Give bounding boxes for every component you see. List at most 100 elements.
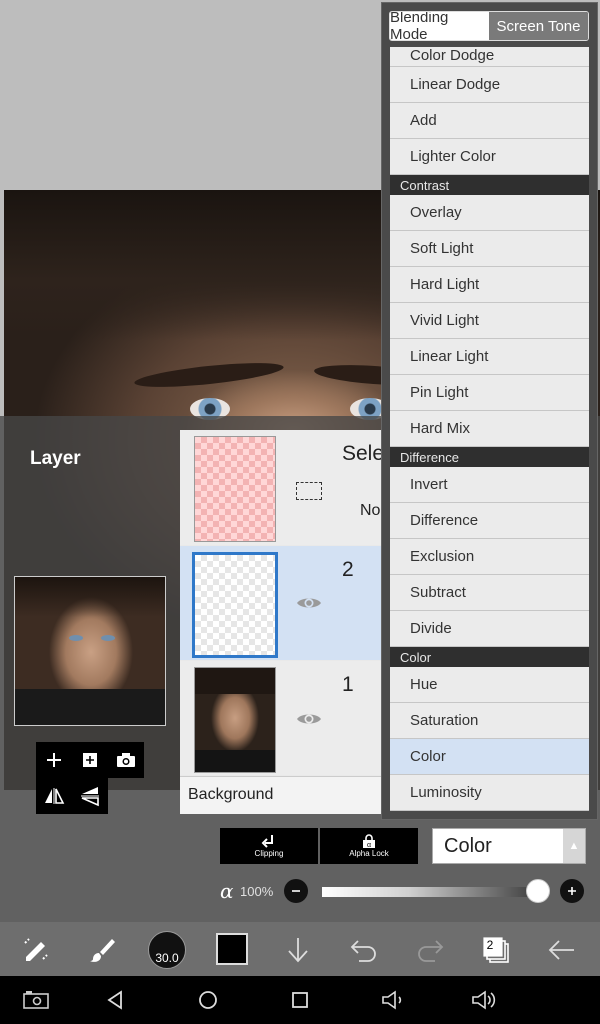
eye-icon[interactable]: [296, 595, 322, 611]
menu-item-divide[interactable]: Divide: [390, 611, 589, 647]
screenshot-button[interactable]: [18, 984, 54, 1016]
brush-size-button[interactable]: 30.0: [148, 931, 186, 969]
alpha-symbol: α: [220, 879, 234, 903]
brush-tool-button[interactable]: [82, 930, 122, 970]
layer-2-name: 2: [342, 558, 354, 581]
preview-eye-left: [69, 635, 83, 641]
blend-tabs: Blending Mode Screen Tone: [389, 11, 589, 41]
minus-icon: [292, 890, 300, 892]
background-layer-label: Background: [188, 786, 274, 803]
volume-down-icon: [382, 990, 402, 1010]
preview-coat: [15, 689, 165, 725]
menu-item-hard-mix[interactable]: Hard Mix: [390, 411, 589, 447]
menu-item-subtract[interactable]: Subtract: [390, 575, 589, 611]
opacity-decrease-button[interactable]: [284, 879, 308, 903]
menu-item-lighter-color[interactable]: Lighter Color: [390, 139, 589, 175]
flip-vertical-button[interactable]: [72, 778, 108, 814]
blend-mode-select[interactable]: Color ▲: [432, 828, 586, 864]
layer-tool-buttons: [36, 742, 144, 814]
menu-item-luminosity[interactable]: Luminosity: [390, 775, 589, 811]
menu-item-exclusion[interactable]: Exclusion: [390, 539, 589, 575]
menu-item-saturation[interactable]: Saturation: [390, 703, 589, 739]
opacity-slider[interactable]: [322, 887, 540, 897]
svg-text:α: α: [367, 842, 371, 849]
layer-preview: [14, 576, 166, 726]
menu-item-pin-light[interactable]: Pin Light: [390, 375, 589, 411]
layers-button[interactable]: 2: [476, 930, 516, 970]
preview-hair: [15, 577, 165, 617]
nav-recents-button[interactable]: [282, 984, 318, 1016]
screenshot-icon: [23, 991, 49, 1009]
selection-marquee-icon: [296, 482, 322, 500]
menu-item-soft-light[interactable]: Soft Light: [390, 231, 589, 267]
selection-layer-mode: No: [360, 502, 381, 519]
tab-screen-tone[interactable]: Screen Tone: [489, 12, 588, 40]
menu-item-invert[interactable]: Invert: [390, 467, 589, 503]
menu-item-overlay[interactable]: Overlay: [390, 195, 589, 231]
layer-count: 2: [486, 938, 494, 952]
color-swatch[interactable]: [216, 933, 248, 965]
flip-vertical-icon: [81, 787, 99, 807]
circle-home-icon: [199, 991, 217, 1009]
camera-layer-button[interactable]: [108, 742, 144, 778]
volume-up-button[interactable]: [466, 984, 502, 1016]
plus-icon: [47, 753, 61, 767]
clipping-button[interactable]: Clipping: [220, 828, 318, 864]
menu-item-vivid-light[interactable]: Vivid Light: [390, 303, 589, 339]
clipping-label: Clipping: [254, 849, 284, 858]
layer-2-thumbnail: [192, 552, 278, 658]
layer-row-background[interactable]: Background: [180, 776, 390, 814]
volume-down-button[interactable]: [374, 984, 410, 1016]
blending-mode-menu: Blending Mode Screen Tone Color Dodge Li…: [381, 2, 598, 820]
blend-mode-list: Color Dodge Linear Dodge Add Lighter Col…: [390, 47, 589, 819]
layer-panel-title: Layer: [30, 448, 81, 469]
clipping-icon: [261, 835, 273, 848]
thumb-hair: [195, 668, 275, 694]
menu-item-color-dodge[interactable]: Color Dodge: [390, 47, 589, 67]
menu-item-hard-light[interactable]: Hard Light: [390, 267, 589, 303]
layer-row-selection[interactable]: Selec No: [180, 430, 395, 545]
layer-1-name: 1: [342, 673, 354, 696]
undo-icon: [350, 940, 376, 962]
download-button[interactable]: [278, 930, 318, 970]
arrow-down-icon: [288, 938, 308, 963]
menu-item-color[interactable]: Color: [390, 739, 589, 775]
flip-horizontal-button[interactable]: [36, 778, 72, 814]
menu-section-difference: Difference: [390, 447, 589, 467]
thumb-coat: [195, 750, 275, 772]
camera-icon: [117, 753, 135, 767]
layer-row-1[interactable]: 1 N: [180, 661, 392, 775]
alpha-lock-button[interactable]: α Alpha Lock: [320, 828, 418, 864]
system-navigation-bar: [0, 976, 600, 1024]
layer-list: Selec No 2 1 N Background: [180, 430, 395, 814]
alpha-lock-label: Alpha Lock: [349, 849, 389, 858]
undo-button[interactable]: [344, 930, 384, 970]
eye-icon[interactable]: [296, 711, 322, 727]
opacity-increase-button[interactable]: [560, 879, 584, 903]
layer-1-thumbnail: [194, 667, 276, 773]
bottom-toolbar: 30.0 2: [0, 922, 600, 976]
flip-horizontal-icon: [45, 788, 65, 804]
nav-back-button[interactable]: [98, 984, 134, 1016]
tab-blending-mode[interactable]: Blending Mode: [390, 12, 489, 40]
nav-home-button[interactable]: [190, 984, 226, 1016]
brush-icon: [90, 939, 115, 962]
menu-item-difference[interactable]: Difference: [390, 503, 589, 539]
menu-item-linear-dodge[interactable]: Linear Dodge: [390, 67, 589, 103]
transform-tool-button[interactable]: [16, 930, 56, 970]
menu-item-linear-light[interactable]: Linear Light: [390, 339, 589, 375]
add-layer-special-button[interactable]: [72, 742, 108, 778]
opacity-row: α 100%: [0, 876, 600, 908]
opacity-value: 100%: [240, 884, 274, 899]
menu-item-hue[interactable]: Hue: [390, 667, 589, 703]
add-layer-button[interactable]: [36, 742, 72, 778]
opacity-slider-thumb[interactable]: [526, 879, 550, 903]
add-box-icon: [83, 753, 97, 767]
layer-row-2[interactable]: 2: [180, 546, 390, 660]
chevron-up-icon: ▲: [563, 829, 585, 863]
selection-layer-thumbnail: [194, 436, 276, 542]
back-button[interactable]: [542, 930, 582, 970]
menu-item-add[interactable]: Add: [390, 103, 589, 139]
volume-up-icon: [472, 990, 496, 1010]
redo-button[interactable]: [410, 930, 450, 970]
